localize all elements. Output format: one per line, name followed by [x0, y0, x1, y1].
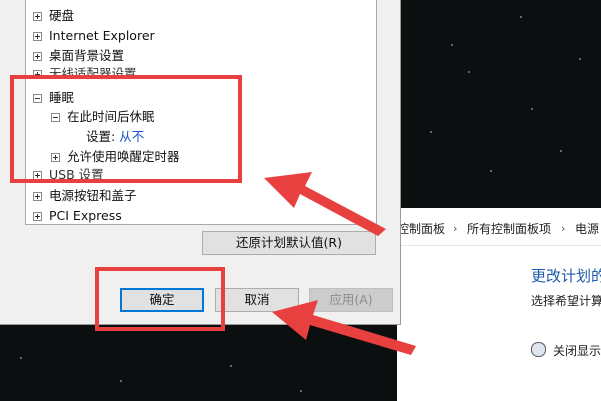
annotation-arrow: [264, 172, 386, 236]
annotation-arrow: [272, 300, 416, 355]
annotation-arrows: [264, 172, 416, 355]
